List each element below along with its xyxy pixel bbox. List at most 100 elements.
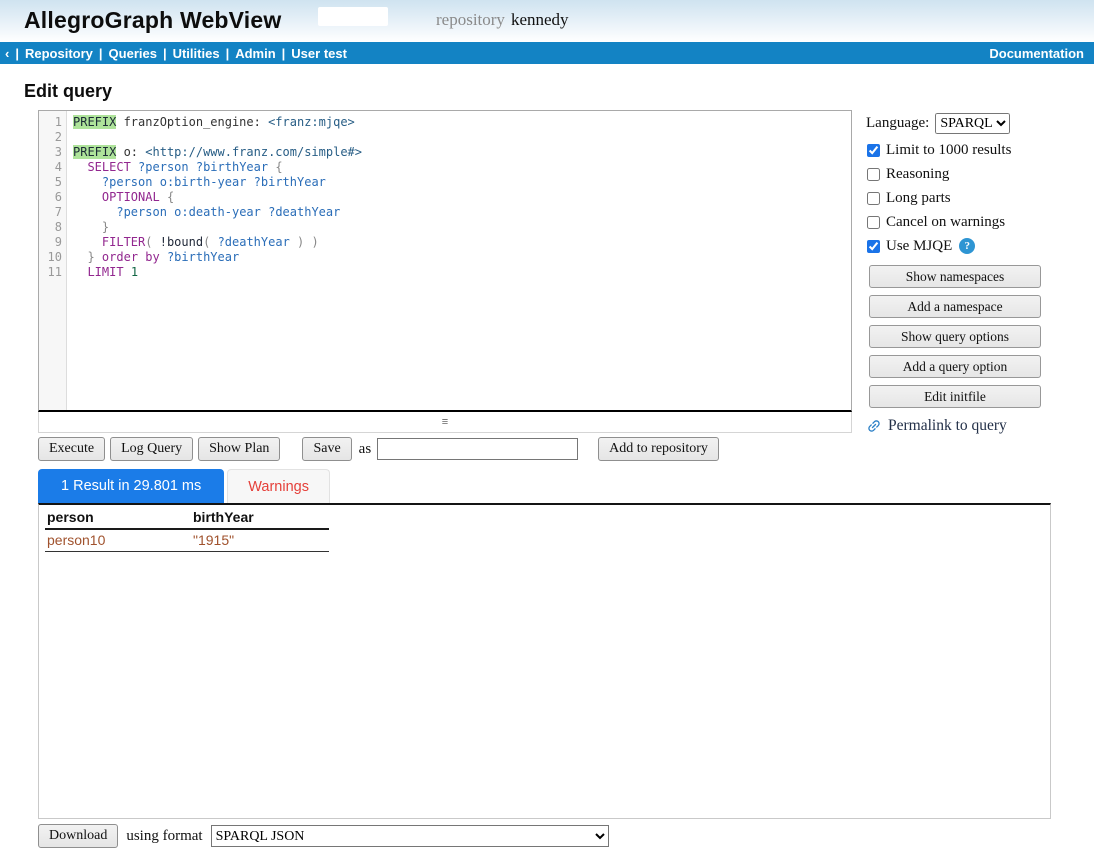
permalink-label: Permalink to query — [888, 417, 1007, 435]
code-token: FILTER — [102, 235, 145, 249]
language-row: Language: SPARQL — [866, 112, 1094, 134]
help-icon[interactable]: ? — [959, 238, 975, 254]
add-a-namespace-button[interactable]: Add a namespace — [869, 295, 1041, 318]
nav-item-utilities[interactable]: Utilities — [173, 46, 220, 61]
checkbox-label: Use MJQE — [886, 238, 952, 255]
code-token: ( — [145, 235, 152, 249]
option-row-reasoning: Reasoning — [866, 166, 1094, 182]
editor-line[interactable]: FILTER( !bound( ?deathYear ) ) — [73, 235, 851, 250]
header-blank-patch — [318, 7, 388, 26]
repository-label: repository — [436, 10, 505, 29]
nav-item-admin[interactable]: Admin — [235, 46, 275, 61]
code-token — [152, 175, 159, 189]
code-token — [210, 235, 217, 249]
code-token: ?birthYear — [196, 160, 268, 174]
show-query-options-button[interactable]: Show query options — [869, 325, 1041, 348]
permalink-link[interactable]: Permalink to query — [866, 417, 1094, 435]
editor-line-number: 8 — [39, 220, 62, 235]
checkbox-label: Long parts — [886, 190, 951, 207]
add-to-repository-button[interactable]: Add to repository — [598, 437, 719, 461]
edit-initfile-button[interactable]: Edit initfile — [869, 385, 1041, 408]
checkbox-long-parts[interactable] — [867, 192, 880, 205]
repository-indicator: repository kennedy — [436, 10, 569, 30]
code-token — [73, 250, 87, 264]
show-plan-button[interactable]: Show Plan — [198, 437, 280, 461]
editor-line[interactable]: OPTIONAL { — [73, 190, 851, 205]
checkbox-use-mjqe[interactable] — [867, 240, 880, 253]
code-token — [73, 265, 87, 279]
checkbox-label: Limit to 1000 results — [886, 142, 1011, 159]
column-header-birthyear: birthYear — [191, 508, 329, 529]
save-name-input[interactable] — [377, 438, 578, 460]
editor-line[interactable]: SELECT ?person ?birthYear { — [73, 160, 851, 175]
save-button[interactable]: Save — [302, 437, 351, 461]
option-row-use-mjqe: Use MJQE? — [866, 238, 1094, 254]
format-label: using format — [126, 828, 202, 845]
add-a-query-option-button[interactable]: Add a query option — [869, 355, 1041, 378]
code-token: ?deathYear — [218, 235, 290, 249]
code-token — [124, 265, 131, 279]
log-query-button[interactable]: Log Query — [110, 437, 193, 461]
editor-line-number: 4 — [39, 160, 62, 175]
language-select[interactable]: SPARQL — [935, 113, 1010, 134]
checkbox-cancel-on-warnings[interactable] — [867, 216, 880, 229]
save-as-label: as — [359, 441, 372, 458]
option-row-cancel-on-warnings: Cancel on warnings — [866, 214, 1094, 230]
person-cell-link[interactable]: person10 — [45, 529, 191, 552]
table-row: person10"1915" — [45, 529, 329, 552]
editor-resize-strip[interactable]: ≡ — [38, 412, 852, 433]
code-token — [73, 175, 102, 189]
execute-button[interactable]: Execute — [38, 437, 105, 461]
checkbox-label: Cancel on warnings — [886, 214, 1005, 231]
code-token — [73, 205, 116, 219]
editor-line[interactable]: } order by ?birthYear — [73, 250, 851, 265]
format-select[interactable]: SPARQL JSON — [211, 825, 609, 847]
editor-line[interactable]: ?person o:birth-year ?birthYear — [73, 175, 851, 190]
code-token — [73, 160, 87, 174]
code-token: { — [167, 190, 174, 204]
editor-line-number: 10 — [39, 250, 62, 265]
code-token: PREFIX — [73, 115, 116, 129]
tab-warnings[interactable]: Warnings — [227, 469, 330, 503]
download-button[interactable]: Download — [38, 824, 118, 848]
code-token: ?person — [102, 175, 153, 189]
resize-handle-icon[interactable]: ≡ — [442, 416, 448, 428]
editor-line[interactable]: } — [73, 220, 851, 235]
editor-code-area[interactable]: PREFIX franzOption_engine: <franz:mjqe>P… — [67, 111, 851, 410]
repository-name: kennedy — [511, 10, 569, 29]
page-title: Edit query — [24, 81, 1094, 101]
app-title: AllegroGraph WebView — [24, 7, 281, 34]
editor-line[interactable] — [73, 130, 851, 145]
code-token: OPTIONAL — [102, 190, 160, 204]
editor-line[interactable]: PREFIX o: <http://www.franz.com/simple#> — [73, 145, 851, 160]
code-token: } — [87, 250, 94, 264]
editor-line[interactable]: PREFIX franzOption_engine: <franz:mjqe> — [73, 115, 851, 130]
code-token: ?deathYear — [268, 205, 340, 219]
documentation-link[interactable]: Documentation — [989, 46, 1084, 61]
code-token — [95, 250, 102, 264]
editor-line[interactable]: ?person o:death-year ?deathYear — [73, 205, 851, 220]
tab-results[interactable]: 1 Result in 29.801 ms — [38, 469, 224, 503]
code-token: !bound — [160, 235, 203, 249]
checkbox-limit-to-1000-results[interactable] — [867, 144, 880, 157]
editor-line[interactable]: LIMIT 1 — [73, 265, 851, 280]
code-token — [131, 160, 138, 174]
code-token: } — [102, 220, 109, 234]
main-nav: ‹ | Repository | Queries | Utilities | A… — [0, 42, 1094, 64]
results-panel: personbirthYear person10"1915" — [38, 503, 1051, 819]
code-token: SELECT — [87, 160, 130, 174]
show-namespaces-button[interactable]: Show namespaces — [869, 265, 1041, 288]
editor-line-number: 5 — [39, 175, 62, 190]
nav-item-user-test[interactable]: User test — [291, 46, 347, 61]
download-row: Download using format SPARQL JSON — [38, 824, 1094, 848]
nav-item-repository[interactable]: Repository — [25, 46, 93, 61]
code-token: { — [275, 160, 282, 174]
code-token — [290, 235, 297, 249]
nav-item-queries[interactable]: Queries — [109, 46, 157, 61]
results-table: personbirthYear person10"1915" — [45, 508, 329, 552]
link-icon — [863, 415, 886, 438]
checkbox-reasoning[interactable] — [867, 168, 880, 181]
query-editor[interactable]: 1234567891011 PREFIX franzOption_engine:… — [38, 110, 852, 412]
nav-back-chevron-icon[interactable]: ‹ — [5, 46, 9, 61]
query-options-sidebar: Language: SPARQL Limit to 1000 results Re… — [866, 112, 1094, 435]
